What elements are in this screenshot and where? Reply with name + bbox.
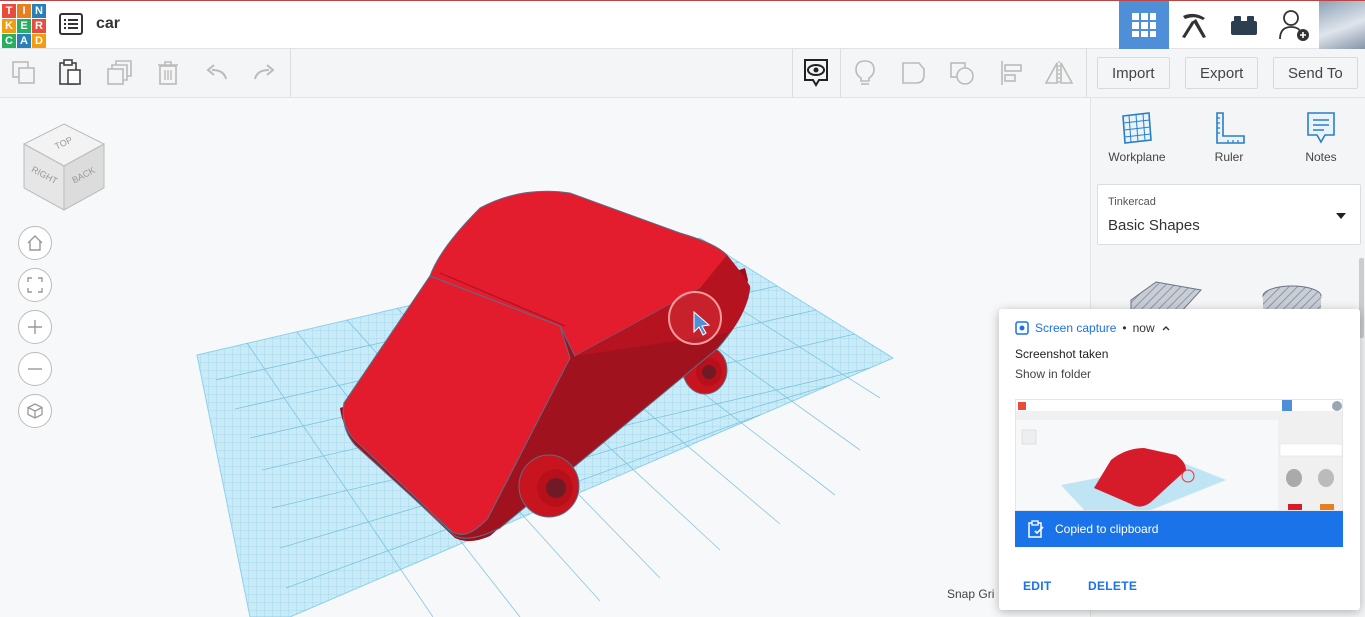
paste-button[interactable] (53, 57, 87, 89)
chevron-up-icon[interactable] (1161, 324, 1171, 332)
library-source: Tinkercad (1108, 196, 1156, 208)
cursor-highlight (668, 291, 722, 345)
eye-bubble-icon (804, 59, 828, 87)
logo-letter: T (2, 4, 16, 18)
ruler-icon (1216, 112, 1245, 144)
clipboard-check-icon (1028, 520, 1044, 538)
delete-screenshot-button[interactable]: DELETE (1088, 579, 1137, 593)
undo-icon (206, 64, 227, 80)
workplane-tool[interactable]: Workplane (1097, 110, 1177, 164)
snap-grid-label[interactable]: Snap Gri (947, 587, 994, 601)
avatar[interactable] (1319, 1, 1365, 49)
copy-icon (12, 61, 35, 84)
view-cube[interactable]: TOP RIGHT BACK (20, 122, 108, 214)
delete-button[interactable] (151, 57, 185, 89)
add-user-icon (1279, 10, 1309, 41)
duplicate-button[interactable] (103, 57, 137, 89)
mirror-icon (1044, 61, 1074, 85)
logo-letter: E (17, 19, 31, 33)
logo-letter: C (2, 34, 16, 48)
brick-icon (1231, 16, 1257, 35)
projection-button[interactable] (18, 394, 52, 428)
screen-capture-icon (1015, 321, 1029, 335)
notes-icon (1307, 112, 1335, 144)
home-view-button[interactable] (18, 226, 52, 260)
pickaxe-icon (1182, 13, 1206, 38)
group-icon (902, 62, 925, 84)
screenshot-thumbnail[interactable] (1015, 399, 1343, 511)
workplane-icon (1122, 112, 1152, 144)
ungroup-button[interactable] (945, 57, 979, 89)
logo-letter: A (17, 34, 31, 48)
hint-button[interactable] (848, 57, 882, 89)
group-button[interactable] (897, 57, 931, 89)
ungroup-icon (950, 62, 974, 85)
bricks-button[interactable] (1219, 1, 1269, 49)
fit-view-button[interactable] (18, 268, 52, 302)
3d-view-button[interactable] (1119, 1, 1169, 49)
ruler-tool[interactable]: Ruler (1189, 110, 1269, 164)
screen-capture-notification: Screen capture • now Screenshot taken Sh… (999, 309, 1360, 610)
ruler-label: Ruler (1214, 150, 1244, 164)
notes-tool[interactable]: Notes (1281, 110, 1361, 164)
workplane-label: Workplane (1108, 150, 1166, 164)
lightbulb-icon (855, 60, 875, 85)
export-button[interactable]: Export (1185, 57, 1259, 89)
toolbar-divider (1086, 49, 1087, 97)
logo-letter: R (32, 19, 46, 33)
edit-toolbar: Import Export Send To (0, 49, 1365, 98)
align-icon (1001, 61, 1022, 85)
minecraft-pickaxe-button[interactable] (1169, 1, 1219, 49)
redo-button[interactable] (247, 57, 281, 89)
banner-text: Copied to clipboard (1055, 522, 1159, 536)
duplicate-icon (107, 60, 132, 85)
logo-letter: D (32, 34, 46, 48)
edit-button[interactable]: EDIT (1023, 579, 1052, 593)
toolbar-divider (792, 49, 793, 97)
import-button[interactable]: Import (1097, 57, 1170, 89)
top-right-nav (1119, 1, 1365, 49)
toolbar-divider (290, 49, 291, 97)
notification-title: Screenshot taken (1015, 347, 1109, 361)
show-in-folder-link[interactable]: Show in folder (1015, 367, 1091, 381)
design-list-icon[interactable] (59, 13, 83, 35)
fit-icon (27, 277, 43, 293)
align-button[interactable] (994, 57, 1028, 89)
document-title[interactable]: car (96, 15, 120, 33)
toolbar-divider (840, 49, 841, 97)
zoom-in-button[interactable] (18, 310, 52, 344)
send-to-button[interactable]: Send To (1273, 57, 1358, 89)
mirror-button[interactable] (1042, 57, 1076, 89)
notes-label: Notes (1305, 150, 1337, 164)
cube-icon (27, 403, 43, 419)
shape-library-dropdown[interactable]: Tinkercad Basic Shapes (1097, 184, 1361, 245)
tinkercad-logo[interactable]: T I N K E R C A D (2, 4, 46, 48)
show-all-button[interactable] (799, 57, 833, 89)
grid-icon (1132, 13, 1156, 37)
notification-app-name: Screen capture (1035, 321, 1117, 335)
chevron-down-icon (1336, 213, 1346, 219)
invite-user-button[interactable] (1269, 1, 1319, 49)
redo-icon (254, 64, 275, 80)
zoom-out-button[interactable] (18, 352, 52, 386)
plus-icon (28, 320, 42, 334)
copy-button[interactable] (7, 57, 41, 89)
notification-separator: • (1122, 321, 1127, 335)
minus-icon (28, 368, 42, 370)
undo-button[interactable] (200, 57, 234, 89)
paste-icon (59, 59, 81, 85)
logo-letter: I (17, 4, 31, 18)
home-icon (27, 235, 43, 251)
notification-time: now (1132, 321, 1155, 335)
trash-icon (158, 61, 178, 85)
copied-to-clipboard-banner: Copied to clipboard (1015, 511, 1343, 547)
3d-viewport[interactable] (0, 98, 1090, 617)
logo-letter: N (32, 4, 46, 18)
logo-letter: K (2, 19, 16, 33)
notification-header: Screen capture • now (1015, 321, 1171, 335)
top-bar: T I N K E R C A D car (0, 0, 1365, 49)
library-name: Basic Shapes (1108, 217, 1200, 234)
